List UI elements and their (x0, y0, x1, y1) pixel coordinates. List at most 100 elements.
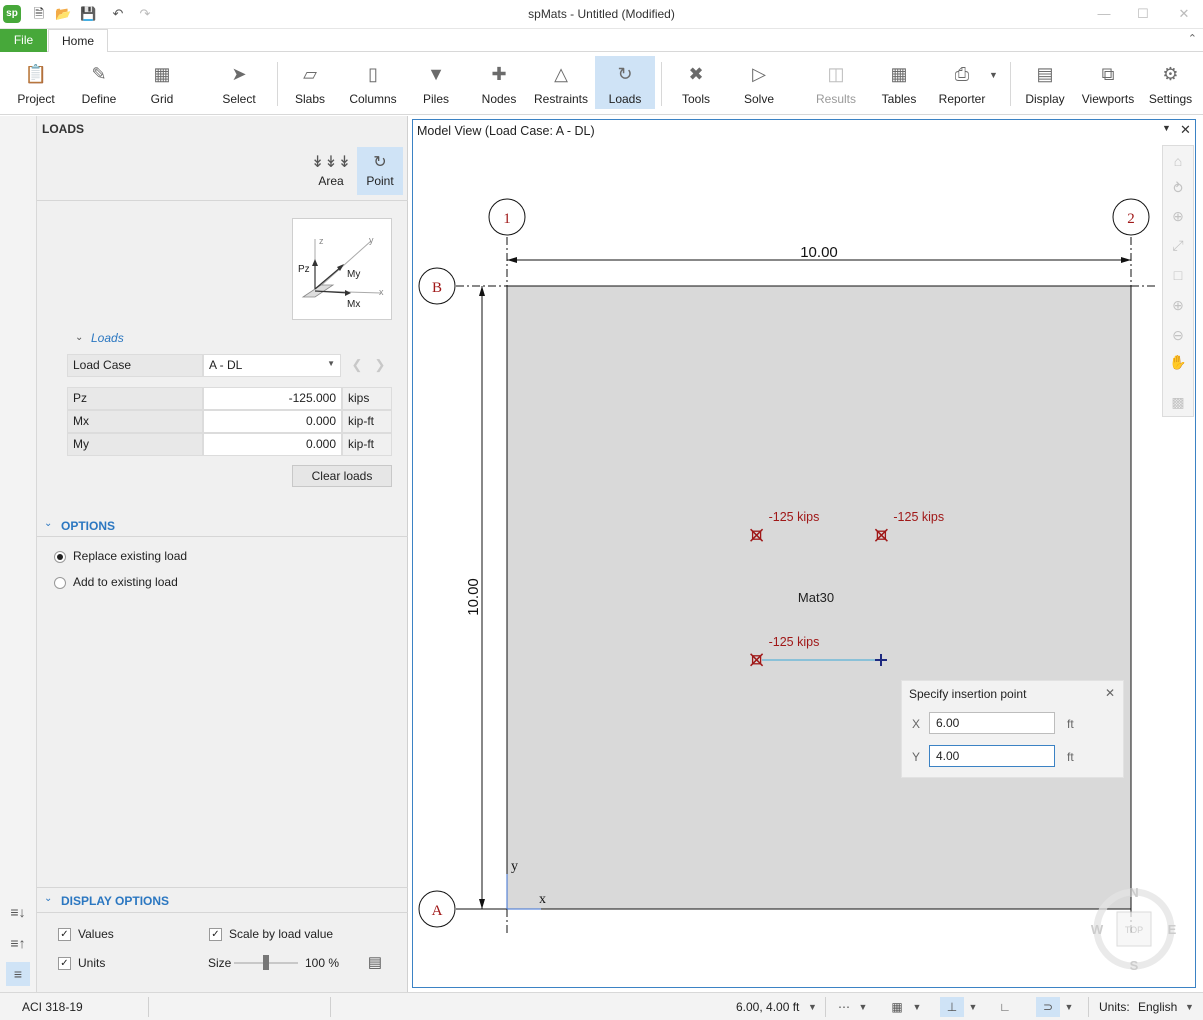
ribbon-settings-button[interactable]: ⚙ Settings (1142, 56, 1199, 109)
ribbon-tools-button[interactable]: ✖ Tools (667, 56, 725, 109)
scale-by-load-label: Scale by load value (229, 927, 334, 941)
point-load-label: Point (366, 174, 394, 188)
ribbon-tables-button[interactable]: ▦ Tables (870, 56, 928, 109)
ribbon-select-button[interactable]: ➤ Select (209, 56, 269, 109)
units-checkbox[interactable]: ✓ (58, 957, 71, 970)
chevron-down-icon[interactable]: ⌄ (44, 893, 52, 904)
size-value: 100 % (305, 956, 340, 970)
ribbon-results-button[interactable]: ◫ Results (806, 56, 866, 109)
section-divider (37, 536, 408, 537)
load-value-input[interactable]: 0.000 (203, 410, 342, 433)
cursor-coordinates: 6.00, 4.00 ft (736, 1000, 800, 1014)
ribbon-piles-button[interactable]: ▼ Piles (407, 56, 465, 109)
add-existing-radio[interactable] (54, 577, 66, 589)
loads-section-header[interactable]: Loads (91, 331, 124, 345)
status-bar: ACI 318-19 6.00, 4.00 ft ▼ ⋯ ▼ ▦ ▼ ⊥ ▼ ∟… (0, 992, 1203, 1020)
view-cube-icon[interactable]: ▩ (1168, 392, 1188, 412)
grid-dots-icon[interactable]: ⋯ (834, 997, 854, 1017)
home-tab[interactable]: Home (48, 29, 108, 53)
coords-dropdown-icon[interactable]: ▼ (808, 1002, 817, 1012)
ribbon-slabs-button[interactable]: ▱ Slabs (281, 56, 339, 109)
model-view: Model View (Load Case: A - DL) ▼ ✕ 1 2 B… (412, 119, 1196, 988)
ribbon-columns-button[interactable]: ▯ Columns (343, 56, 403, 109)
menu-bar: File Home ⌃ (0, 29, 1203, 53)
load-value-input[interactable]: 0.000 (203, 433, 342, 456)
menu-lines-icon[interactable]: ≡ (6, 962, 30, 986)
ribbon-viewports-button[interactable]: ⧉ Viewports (1078, 56, 1138, 109)
minimize-button[interactable]: — (1094, 6, 1114, 22)
ribbon-label: Viewports (1081, 92, 1135, 106)
grid-label-2: 2 (1127, 211, 1135, 227)
size-slider-thumb[interactable] (263, 955, 269, 970)
zoom-in-icon[interactable]: ⊕ (1168, 295, 1188, 315)
orbit-icon[interactable]: ⊕ (1168, 206, 1188, 226)
file-menu[interactable]: File (0, 29, 47, 52)
close-view-icon[interactable]: ✕ (1180, 122, 1191, 138)
y-coordinate-input[interactable]: 4.00 (929, 745, 1055, 767)
close-window-button[interactable]: ✕ (1174, 6, 1194, 22)
sort-down-icon[interactable]: ≡↓ (7, 902, 29, 922)
dimension-text-horizontal: 10.00 (800, 244, 838, 261)
zoom-window-icon[interactable]: □ (1168, 265, 1188, 285)
ribbon-display-button[interactable]: ▤ Display (1016, 56, 1074, 109)
ribbon-solve-button[interactable]: ▷ Solve (730, 56, 788, 109)
grid-icon: ▦ (153, 64, 171, 84)
x-coordinate-input[interactable]: 6.00 (929, 712, 1055, 734)
ribbon-loads-button[interactable]: ↻ Loads (595, 56, 655, 109)
ribbon-grid-button[interactable]: ▦ Grid (133, 56, 191, 109)
grid-dots-dropdown-icon[interactable]: ▼ (856, 997, 870, 1017)
axes-view-icon[interactable]: ⥁ (1168, 178, 1188, 198)
ribbon-label: Define (81, 92, 117, 106)
ribbon-label: Select (222, 92, 256, 106)
values-checkbox[interactable]: ✓ (58, 928, 71, 941)
load-case-select[interactable]: A - DL ▼ (203, 354, 341, 377)
display-options-header[interactable]: DISPLAY OPTIONS (61, 894, 169, 908)
grid-lines-icon[interactable]: ▦ (887, 997, 907, 1017)
close-icon[interactable]: ✕ (1105, 686, 1115, 700)
point-load-button[interactable]: ↻ Point (357, 147, 403, 195)
zoom-out-icon[interactable]: ⊖ (1168, 325, 1188, 345)
next-load-case-button[interactable]: ❯ (369, 354, 391, 377)
pan-hand-icon[interactable]: ✋ (1168, 352, 1188, 372)
home-view-icon[interactable]: ⌂ (1168, 151, 1188, 171)
tools-icon: ✖ (688, 64, 704, 84)
display-settings-icon[interactable]: ▤ (364, 953, 386, 973)
grid-label-b: B (432, 280, 442, 296)
ribbon-define-button[interactable]: ✎ Define (70, 56, 128, 109)
sort-up-icon[interactable]: ≡↑ (7, 933, 29, 953)
area-load-button[interactable]: ↡↡↡ Area (308, 147, 354, 195)
clear-loads-button[interactable]: Clear loads (292, 465, 392, 487)
ortho-icon[interactable]: ∟ (995, 997, 1015, 1017)
cursor-icon: ➤ (231, 64, 247, 84)
reporter-dropdown-icon[interactable]: ▼ (989, 70, 998, 80)
chevron-down-icon[interactable]: ⌄ (75, 332, 83, 343)
grid-lines-dropdown-icon[interactable]: ▼ (910, 997, 924, 1017)
view-menu-dropdown-icon[interactable]: ▼ (1162, 123, 1171, 133)
chevron-down-icon[interactable]: ⌄ (44, 518, 52, 529)
replace-existing-radio[interactable] (54, 551, 66, 563)
ribbon-nodes-button[interactable]: ✚ Nodes (470, 56, 528, 109)
ribbon-reporter-button[interactable]: ⎙ Reporter (933, 56, 991, 109)
options-header[interactable]: OPTIONS (61, 519, 115, 533)
ribbon-label: Display (1025, 92, 1065, 106)
snap-dropdown-icon[interactable]: ▼ (966, 997, 980, 1017)
collapse-ribbon-icon[interactable]: ⌃ (1188, 32, 1197, 45)
magnet-dropdown-icon[interactable]: ▼ (1062, 997, 1076, 1017)
maximize-button[interactable]: ☐ (1133, 6, 1153, 22)
zoom-extents-icon[interactable]: ⤢ (1168, 235, 1188, 255)
scale-by-load-checkbox[interactable]: ✓ (209, 928, 222, 941)
load-value-input[interactable]: -125.000 (203, 387, 342, 410)
model-canvas[interactable]: 1 2 B A 10.00 10.00 Mat30 -125 kips -125 … (413, 146, 1195, 987)
ribbon-label: Columns (349, 92, 397, 106)
status-separator (825, 997, 826, 1017)
ribbon-project-button[interactable]: 📋 Project (6, 56, 66, 109)
snap-icon[interactable]: ⊥ (940, 997, 964, 1017)
ribbon-restraints-button[interactable]: △ Restraints (530, 56, 592, 109)
previous-load-case-button[interactable]: ❮ (346, 354, 368, 377)
magnet-icon[interactable]: ⊃ (1036, 997, 1060, 1017)
units-value[interactable]: English (1138, 1000, 1177, 1014)
units-dropdown-icon[interactable]: ▼ (1185, 1002, 1194, 1012)
load-row-mx: Mx 0.000 kip-ft (67, 410, 392, 433)
section-divider (37, 887, 408, 888)
results-icon: ◫ (827, 64, 845, 84)
